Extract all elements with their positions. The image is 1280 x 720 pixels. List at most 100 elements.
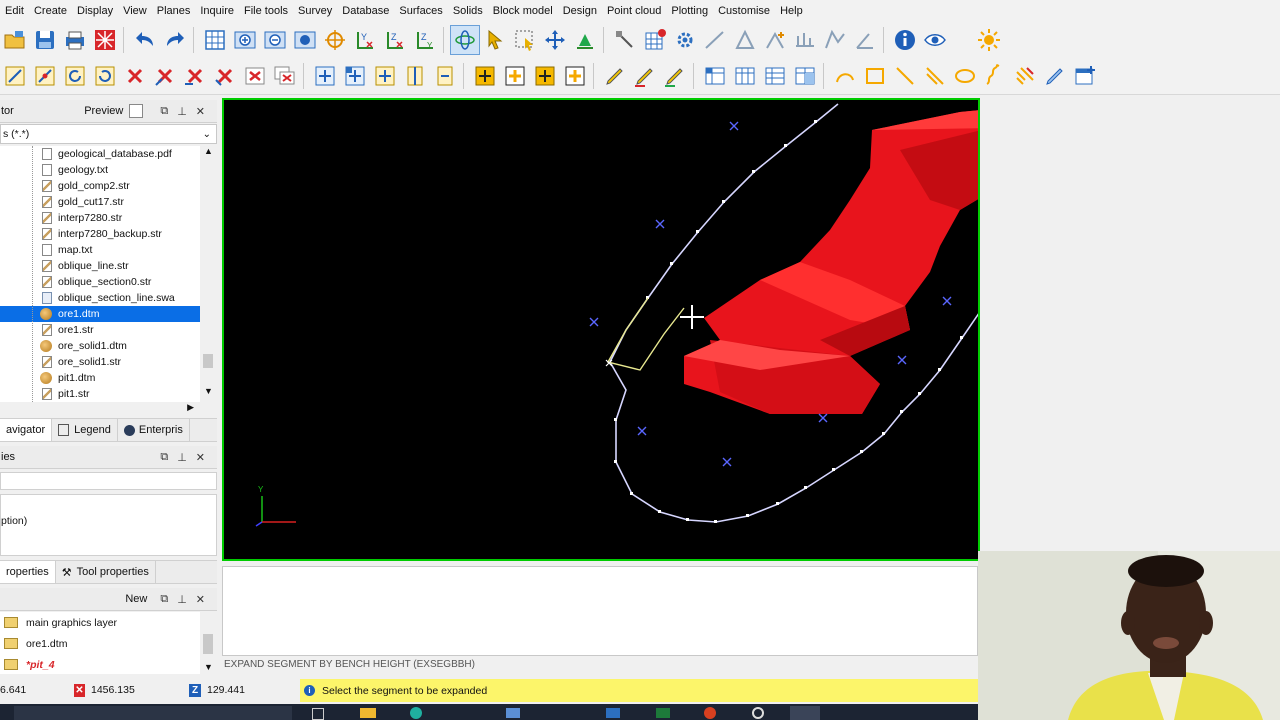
new-layer-button[interactable]: New — [125, 593, 147, 605]
grid-red-icon[interactable] — [90, 25, 120, 55]
menu-view[interactable]: View — [118, 5, 152, 17]
close-icon[interactable]: ✕ — [196, 105, 205, 118]
triangle-icon[interactable] — [730, 25, 760, 55]
grid-red-cross-icon[interactable] — [640, 25, 670, 55]
split-icon[interactable] — [400, 61, 430, 91]
pin-icon[interactable]: ⊥ — [177, 105, 187, 118]
grid-view-icon[interactable] — [200, 25, 230, 55]
zoom-fit-icon[interactable] — [290, 25, 320, 55]
scroll-thumb[interactable] — [203, 354, 213, 368]
plane-zx-icon[interactable]: Z — [380, 25, 410, 55]
float-icon[interactable]: ⧉ — [160, 451, 168, 464]
menu-planes[interactable]: Planes — [152, 5, 196, 17]
plane-zy-icon[interactable]: ZY — [410, 25, 440, 55]
tab-properties[interactable]: roperties — [0, 561, 56, 583]
task-view-icon[interactable] — [312, 708, 324, 720]
layer-item[interactable]: ore1.dtm — [0, 633, 200, 654]
save-icon[interactable] — [30, 25, 60, 55]
tab-enterprise[interactable]: Enterpris — [118, 419, 190, 441]
menu-file-tools[interactable]: File tools — [239, 5, 293, 17]
file-explorer-icon[interactable] — [360, 708, 376, 718]
refresh-icon[interactable] — [90, 61, 120, 91]
box-plus2-icon[interactable] — [500, 61, 530, 91]
table3-icon[interactable] — [760, 61, 790, 91]
float-icon[interactable]: ⧉ — [160, 593, 168, 606]
properties-combo[interactable] — [0, 472, 217, 490]
target-icon[interactable] — [320, 25, 350, 55]
menu-plotting[interactable]: Plotting — [666, 5, 713, 17]
close-icon[interactable]: ✕ — [196, 593, 205, 606]
ellipse-icon[interactable] — [950, 61, 980, 91]
redo-icon[interactable] — [160, 25, 190, 55]
float-icon[interactable]: ⧉ — [160, 105, 168, 118]
delete-range-icon[interactable] — [240, 61, 270, 91]
print-icon[interactable] — [60, 25, 90, 55]
file-item[interactable]: pit1.str — [0, 386, 200, 402]
preview-icon[interactable] — [129, 104, 144, 118]
menu-inquire[interactable]: Inquire — [195, 5, 239, 17]
file-item[interactable]: ore_solid1.str — [0, 354, 200, 370]
layer-scrollbar[interactable]: ▼ — [200, 612, 217, 674]
file-item[interactable]: gold_comp2.str — [0, 178, 200, 194]
tab-tool-properties[interactable]: ⚒ Tool properties — [56, 561, 156, 583]
add-point-icon[interactable] — [370, 61, 400, 91]
excel-icon[interactable] — [656, 708, 670, 718]
loop-icon[interactable] — [860, 61, 890, 91]
box-plus4-icon[interactable] — [560, 61, 590, 91]
file-item[interactable]: geology.txt — [0, 162, 200, 178]
pin-icon[interactable]: ⊥ — [177, 451, 187, 464]
insert-point-icon[interactable] — [310, 61, 340, 91]
select-box-icon[interactable] — [510, 25, 540, 55]
menu-solids[interactable]: Solids — [448, 5, 488, 17]
hatch-icon[interactable] — [1010, 61, 1040, 91]
table4-icon[interactable] — [790, 61, 820, 91]
delete-layer-icon[interactable] — [270, 61, 300, 91]
gear-icon[interactable] — [670, 25, 700, 55]
point-plus-icon[interactable] — [760, 25, 790, 55]
menu-create[interactable]: Create — [29, 5, 72, 17]
table-icon[interactable] — [700, 61, 730, 91]
file-item[interactable]: oblique_section_line.swa — [0, 290, 200, 306]
tree-hscrollbar[interactable]: ▶ — [0, 402, 200, 416]
menu-block-model[interactable]: Block model — [488, 5, 558, 17]
menu-database[interactable]: Database — [337, 5, 394, 17]
section-icon[interactable] — [820, 25, 850, 55]
preview-label[interactable]: Preview — [84, 105, 123, 117]
app-icon-1[interactable] — [506, 708, 520, 718]
select-arrow-icon[interactable] — [480, 25, 510, 55]
zoom-out-icon[interactable] — [260, 25, 290, 55]
delete-segment-icon[interactable] — [180, 61, 210, 91]
undo-icon[interactable] — [130, 25, 160, 55]
measure-icon[interactable] — [610, 25, 640, 55]
sun-icon[interactable] — [974, 25, 1004, 55]
insert-segment-icon[interactable] — [340, 61, 370, 91]
file-item[interactable]: geological_database.pdf — [0, 146, 200, 162]
file-item[interactable]: map.txt — [0, 242, 200, 258]
draw-line-icon[interactable] — [700, 25, 730, 55]
delete-x-icon[interactable] — [120, 61, 150, 91]
file-item[interactable]: ore_solid1.dtm — [0, 338, 200, 354]
edit-segment-icon[interactable] — [0, 61, 30, 91]
menu-survey[interactable]: Survey — [293, 5, 337, 17]
menu-design[interactable]: Design — [558, 5, 602, 17]
selected-segment[interactable] — [605, 297, 685, 371]
merge-icon[interactable] — [430, 61, 460, 91]
file-item[interactable]: oblique_line.str — [0, 258, 200, 274]
menu-display[interactable]: Display — [72, 5, 118, 17]
file-filter-combo[interactable]: s (*.*) ⌄ — [0, 124, 217, 144]
table2-icon[interactable] — [730, 61, 760, 91]
info-icon[interactable] — [890, 25, 920, 55]
rotate-icon[interactable] — [60, 61, 90, 91]
profile-icon[interactable] — [790, 25, 820, 55]
pen-icon[interactable] — [1040, 61, 1070, 91]
graphics-viewport[interactable]: Y — [222, 98, 980, 561]
scroll-right-icon[interactable]: ▶ — [187, 402, 194, 413]
curve-icon[interactable] — [830, 61, 860, 91]
file-item[interactable]: interp7280_backup.str — [0, 226, 200, 242]
file-item[interactable]: interp7280.str — [0, 210, 200, 226]
ore-solid[interactable] — [684, 104, 980, 414]
file-item[interactable]: ore1.dtm — [0, 306, 200, 322]
eye-icon[interactable] — [920, 25, 950, 55]
scroll-down-icon[interactable]: ▼ — [200, 662, 217, 672]
delete-point-icon[interactable] — [150, 61, 180, 91]
